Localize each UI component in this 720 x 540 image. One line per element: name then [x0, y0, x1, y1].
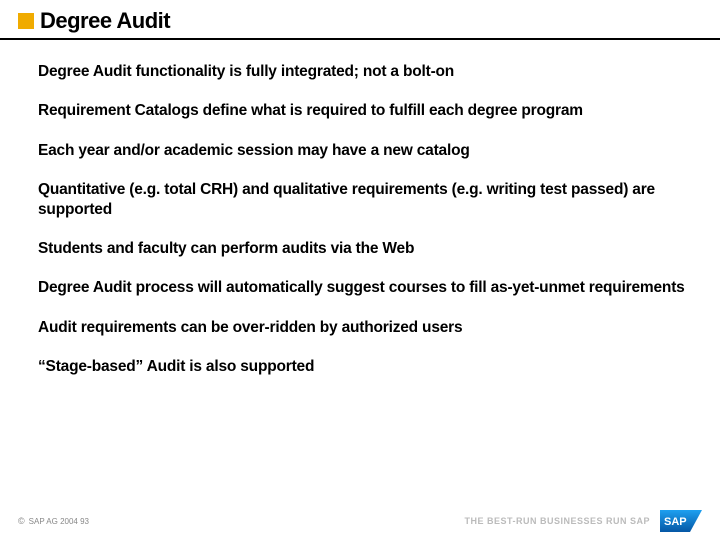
- slide-title: Degree Audit: [40, 8, 170, 34]
- title-bullet-square: [18, 13, 34, 29]
- bullet-item: Each year and/or academic session may ha…: [38, 141, 692, 160]
- slide-header: Degree Audit: [0, 0, 720, 40]
- bullet-item: “Stage-based” Audit is also supported: [38, 357, 692, 376]
- bullet-item: Quantitative (e.g. total CRH) and qualit…: [38, 180, 692, 219]
- bullet-item: Degree Audit process will automatically …: [38, 278, 692, 297]
- copyright-text: SAP AG 2004 93: [29, 517, 89, 526]
- tagline: THE BEST-RUN BUSINESSES RUN SAP: [464, 516, 650, 526]
- copyright: © SAP AG 2004 93: [18, 516, 89, 526]
- footer-right: THE BEST-RUN BUSINESSES RUN SAP SAP: [464, 510, 702, 532]
- sap-logo-text: SAP: [664, 516, 687, 528]
- bullet-item: Audit requirements can be over-ridden by…: [38, 318, 692, 337]
- slide-content: Degree Audit functionality is fully inte…: [0, 40, 720, 376]
- bullet-item: Requirement Catalogs define what is requ…: [38, 101, 692, 120]
- slide-footer: © SAP AG 2004 93 THE BEST-RUN BUSINESSES…: [0, 510, 720, 532]
- copyright-icon: ©: [18, 516, 25, 526]
- bullet-item: Students and faculty can perform audits …: [38, 239, 692, 258]
- sap-logo-icon: SAP: [660, 510, 702, 532]
- bullet-item: Degree Audit functionality is fully inte…: [38, 62, 692, 81]
